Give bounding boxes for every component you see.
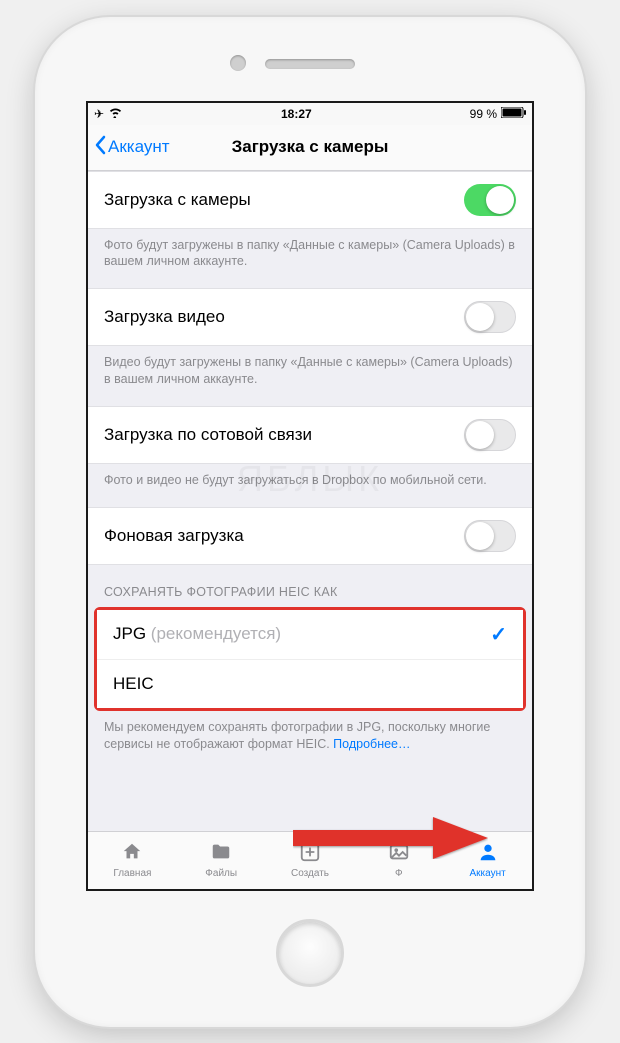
back-label: Аккаунт <box>108 137 170 157</box>
person-icon <box>476 841 500 866</box>
airplane-mode-icon: ✈︎ <box>94 107 104 121</box>
format-jpg-recommended: (рекомендуется) <box>151 624 281 643</box>
folder-icon <box>209 841 233 866</box>
phone-speaker <box>265 59 355 69</box>
section-header-heic: СОХРАНЯТЬ ФОТОГРАФИИ HEIC КАК <box>88 565 532 607</box>
row-format-heic[interactable]: HEIC <box>97 660 523 708</box>
tab-label: Ф <box>395 868 403 879</box>
heic-format-group-highlight: JPG (рекомендуется) ✓ HEIC <box>94 607 526 711</box>
format-jpg-label: JPG <box>113 624 146 643</box>
checkmark-icon: ✓ <box>490 622 507 647</box>
tab-label: Аккаунт <box>469 868 505 879</box>
phone-front-camera <box>230 55 246 71</box>
status-bar: ✈︎ 18:27 99 % <box>88 103 532 125</box>
tab-label: Файлы <box>205 868 237 879</box>
row-background-upload[interactable]: Фоновая загрузка <box>88 507 532 565</box>
toggle-background-upload[interactable] <box>464 520 516 552</box>
tab-label: Главная <box>113 868 151 879</box>
battery-icon <box>501 107 526 121</box>
wifi-icon <box>108 107 123 121</box>
phone-frame: ✈︎ 18:27 99 % Аккаунт Загрузка с камеры <box>35 17 585 1027</box>
screen: ✈︎ 18:27 99 % Аккаунт Загрузка с камеры <box>86 101 534 891</box>
toggle-cellular-upload[interactable] <box>464 419 516 451</box>
tab-photos[interactable]: Ф <box>354 832 443 889</box>
footer-camera-upload: Фото будут загружены в папку «Данные с к… <box>88 229 532 289</box>
battery-percent: 99 % <box>470 107 497 121</box>
row-label: Загрузка по сотовой связи <box>104 425 312 445</box>
home-button[interactable] <box>276 919 344 987</box>
navigation-header: Аккаунт Загрузка с камеры <box>88 125 532 171</box>
plus-icon <box>298 841 322 866</box>
footer-cellular-upload: Фото и видео не будут загружаться в Drop… <box>88 464 532 507</box>
row-camera-upload[interactable]: Загрузка с камеры <box>88 171 532 229</box>
back-button[interactable]: Аккаунт <box>94 135 170 160</box>
row-label: Загрузка видео <box>104 307 225 327</box>
tab-home[interactable]: Главная <box>88 832 177 889</box>
tab-files[interactable]: Файлы <box>177 832 266 889</box>
home-icon <box>120 841 144 866</box>
format-heic-label: HEIC <box>113 674 154 694</box>
status-time: 18:27 <box>281 107 312 121</box>
tab-account[interactable]: Аккаунт <box>443 832 532 889</box>
tab-create[interactable]: Создать <box>266 832 355 889</box>
settings-list[interactable]: Загрузка с камеры Фото будут загружены в… <box>88 171 532 831</box>
learn-more-link[interactable]: Подробнее… <box>333 737 410 751</box>
toggle-video-upload[interactable] <box>464 301 516 333</box>
toggle-camera-upload[interactable] <box>464 184 516 216</box>
tab-bar: Главная Файлы Создать Ф Аккаунт <box>88 831 532 889</box>
row-format-jpg[interactable]: JPG (рекомендуется) ✓ <box>97 610 523 660</box>
footer-heic: Мы рекомендуем сохранять фотографии в JP… <box>88 711 532 771</box>
footer-video-upload: Видео будут загружены в папку «Данные с … <box>88 346 532 406</box>
photos-icon <box>387 841 411 866</box>
row-video-upload[interactable]: Загрузка видео <box>88 288 532 346</box>
row-label: Фоновая загрузка <box>104 526 244 546</box>
row-label: Загрузка с камеры <box>104 190 251 210</box>
row-cellular-upload[interactable]: Загрузка по сотовой связи <box>88 406 532 464</box>
footer-heic-text: Мы рекомендуем сохранять фотографии в JP… <box>104 720 490 751</box>
chevron-left-icon <box>94 135 106 160</box>
tab-label: Создать <box>291 868 329 879</box>
